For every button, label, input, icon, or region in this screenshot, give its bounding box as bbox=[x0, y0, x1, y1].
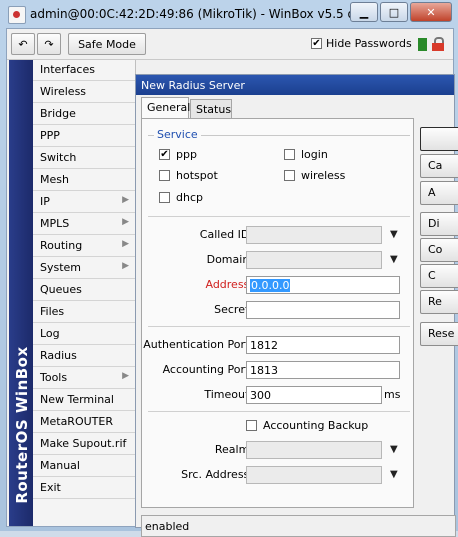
service-dhcp-option[interactable]: dhcp bbox=[159, 191, 203, 204]
dialog-title: New Radius Server bbox=[141, 79, 245, 92]
service-wireless-checkbox[interactable] bbox=[284, 170, 295, 181]
redo-button[interactable]: ↷ bbox=[37, 33, 61, 55]
dialog-status-bar: enabled bbox=[141, 515, 456, 537]
menu-item-mpls[interactable]: MPLS ▶ bbox=[33, 214, 135, 235]
brand-text: RouterOS WinBox bbox=[13, 346, 31, 504]
menu-item-make-supout[interactable]: Make Supout.rif bbox=[33, 434, 135, 455]
menu-item-ip[interactable]: IP ▶ bbox=[33, 192, 135, 213]
src-address-label: Src. Address: bbox=[181, 468, 253, 481]
general-panel: Service ✔ ppp login hotspot wireless dhc… bbox=[141, 118, 414, 508]
menu-item-log[interactable]: Log bbox=[33, 324, 135, 345]
menu-item-queues[interactable]: Queues bbox=[33, 280, 135, 301]
called-id-dropdown-icon[interactable]: ▼ bbox=[390, 229, 398, 240]
menu-item-interfaces[interactable]: Interfaces bbox=[33, 60, 135, 81]
lock-icon bbox=[432, 37, 444, 51]
domain-field[interactable] bbox=[246, 251, 382, 269]
minimize-button[interactable]: ▁ bbox=[350, 2, 378, 22]
menu-item-tools[interactable]: Tools ▶ bbox=[33, 368, 135, 389]
submenu-arrow-icon: ▶ bbox=[122, 371, 129, 381]
submenu-arrow-icon: ▶ bbox=[122, 217, 129, 227]
domain-dropdown-icon[interactable]: ▼ bbox=[390, 254, 398, 265]
menu-item-radius[interactable]: Radius bbox=[33, 346, 135, 367]
disable-button[interactable]: Di bbox=[420, 212, 458, 236]
menu-item-switch[interactable]: Switch bbox=[33, 148, 135, 169]
menu-item-metarouter[interactable]: MetaROUTER bbox=[33, 412, 135, 433]
tab-general[interactable]: General bbox=[141, 97, 190, 118]
undo-icon: ↶ bbox=[18, 37, 28, 51]
address-input[interactable]: 0.0.0.0 bbox=[246, 276, 400, 294]
hide-passwords-toggle[interactable]: ✔ Hide Passwords bbox=[311, 37, 412, 50]
toolbar: ↶ ↷ Safe Mode ✔ Hide Passwords bbox=[7, 29, 453, 60]
menu-item-files[interactable]: Files bbox=[33, 302, 135, 323]
maximize-button[interactable]: □ bbox=[380, 2, 408, 22]
submenu-arrow-icon: ▶ bbox=[122, 261, 129, 271]
called-id-field[interactable] bbox=[246, 226, 382, 244]
menu-item-ppp[interactable]: PPP bbox=[33, 126, 135, 147]
acct-port-input[interactable]: 1813 bbox=[246, 361, 400, 379]
menu-item-exit[interactable]: Exit bbox=[33, 478, 135, 499]
auth-port-input[interactable]: 1812 bbox=[246, 336, 400, 354]
secret-input[interactable] bbox=[246, 301, 400, 319]
undo-button[interactable]: ↶ bbox=[11, 33, 35, 55]
brand-strip: RouterOS WinBox bbox=[9, 60, 33, 526]
realm-field[interactable] bbox=[246, 441, 382, 459]
service-login-option[interactable]: login bbox=[284, 148, 328, 161]
remove-button[interactable]: Re bbox=[420, 290, 458, 314]
accounting-backup-option[interactable]: Accounting Backup bbox=[246, 419, 368, 432]
hide-passwords-checkbox[interactable]: ✔ bbox=[311, 38, 322, 49]
new-radius-server-dialog: New Radius Server General Status Service… bbox=[135, 74, 458, 537]
client-area: ↶ ↷ Safe Mode ✔ Hide Passwords RouterOS … bbox=[6, 28, 458, 537]
service-login-checkbox[interactable] bbox=[284, 149, 295, 160]
realm-dropdown-icon[interactable]: ▼ bbox=[390, 444, 398, 455]
menu-item-system[interactable]: System ▶ bbox=[33, 258, 135, 279]
copy-button[interactable]: C bbox=[420, 264, 458, 288]
redo-icon: ↷ bbox=[44, 37, 54, 51]
section-divider bbox=[148, 216, 410, 217]
service-ppp-option[interactable]: ✔ ppp bbox=[159, 148, 197, 161]
section-divider bbox=[148, 411, 410, 412]
accounting-backup-checkbox[interactable] bbox=[246, 420, 257, 431]
menu-item-mesh[interactable]: Mesh bbox=[33, 170, 135, 191]
title-bar[interactable]: admin@00:0C:42:2D:49:86 (MikroTik) - Win… bbox=[0, 0, 458, 28]
winbox-app-icon bbox=[8, 6, 26, 24]
service-hotspot-option[interactable]: hotspot bbox=[159, 169, 218, 182]
ok-button[interactable] bbox=[420, 127, 458, 151]
menu-item-bridge[interactable]: Bridge bbox=[33, 104, 135, 125]
main-menu: Interfaces Wireless Bridge PPP Switch Me… bbox=[33, 60, 136, 526]
tab-status[interactable]: Status bbox=[190, 99, 232, 118]
service-section-label: Service bbox=[154, 128, 201, 141]
dialog-title-bar[interactable]: New Radius Server bbox=[136, 75, 454, 95]
hide-passwords-label: Hide Passwords bbox=[326, 37, 412, 50]
service-wireless-option[interactable]: wireless bbox=[284, 169, 345, 182]
menu-item-wireless[interactable]: Wireless bbox=[33, 82, 135, 103]
submenu-arrow-icon: ▶ bbox=[122, 239, 129, 249]
acct-port-label: Accounting Port: bbox=[162, 363, 253, 376]
src-address-field[interactable] bbox=[246, 466, 382, 484]
auth-port-label: Authentication Port: bbox=[143, 338, 253, 351]
reset-counters-button[interactable]: Rese bbox=[420, 322, 458, 346]
timeout-unit: ms bbox=[384, 388, 401, 401]
service-hotspot-checkbox[interactable] bbox=[159, 170, 170, 181]
window-title: admin@00:0C:42:2D:49:86 (MikroTik) - Win… bbox=[30, 7, 360, 21]
winbox-window: admin@00:0C:42:2D:49:86 (MikroTik) - Win… bbox=[0, 0, 458, 537]
status-text: enabled bbox=[145, 520, 190, 533]
menu-item-manual[interactable]: Manual bbox=[33, 456, 135, 477]
section-divider bbox=[148, 326, 410, 327]
src-address-dropdown-icon[interactable]: ▼ bbox=[390, 469, 398, 480]
apply-button[interactable]: A bbox=[420, 181, 458, 205]
service-dhcp-checkbox[interactable] bbox=[159, 192, 170, 203]
timeout-input[interactable]: 300 bbox=[246, 386, 382, 404]
service-ppp-checkbox[interactable]: ✔ bbox=[159, 149, 170, 160]
cancel-button[interactable]: Ca bbox=[420, 154, 458, 178]
connection-status-indicator bbox=[418, 38, 427, 51]
menu-item-new-terminal[interactable]: New Terminal bbox=[33, 390, 135, 411]
menu-item-routing[interactable]: Routing ▶ bbox=[33, 236, 135, 257]
submenu-arrow-icon: ▶ bbox=[122, 195, 129, 205]
safe-mode-button[interactable]: Safe Mode bbox=[68, 33, 146, 55]
close-button[interactable]: ✕ bbox=[410, 2, 452, 22]
comment-button[interactable]: Co bbox=[420, 238, 458, 262]
